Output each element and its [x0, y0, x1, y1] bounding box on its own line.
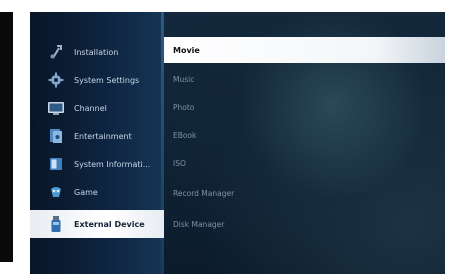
submenu-item-disk-manager[interactable]: Disk Manager	[164, 211, 445, 237]
wrench-icon	[47, 43, 65, 61]
joystick-icon	[47, 183, 65, 201]
menu-item-label: Channel	[74, 103, 107, 113]
tv-screen: Installation System Settings Channel Ent…	[30, 12, 445, 274]
info-icon	[47, 155, 65, 173]
usb-icon	[47, 215, 65, 233]
menu-item-system-information[interactable]: System Informati...	[30, 150, 164, 178]
submenu-item-label: Record Manager	[173, 188, 235, 198]
submenu-item-ebook[interactable]: EBook	[164, 122, 445, 148]
left-bezel	[0, 12, 13, 262]
menu-item-label: System Settings	[74, 75, 140, 85]
menu-item-game[interactable]: Game	[30, 178, 164, 206]
submenu-item-label: Disk Manager	[173, 219, 225, 229]
submenu-item-movie[interactable]: Movie	[164, 37, 445, 63]
menu-item-installation[interactable]: Installation	[30, 38, 164, 66]
menu-item-external-device[interactable]: External Device	[30, 210, 164, 238]
tv-icon	[47, 99, 65, 117]
submenu-item-label: Movie	[173, 45, 200, 55]
submenu-item-label: EBook	[173, 130, 197, 140]
menu-item-label: Game	[74, 187, 98, 197]
menu-item-label: Entertainment	[74, 131, 132, 141]
menu-item-entertainment[interactable]: Entertainment	[30, 122, 164, 150]
menu-item-label: System Informati...	[74, 159, 151, 169]
submenu-item-iso[interactable]: ISO	[164, 150, 445, 176]
menu-item-label: Installation	[74, 47, 119, 57]
submenu-item-label: ISO	[173, 158, 186, 168]
media-icon	[47, 127, 65, 145]
submenu-item-label: Music	[173, 74, 195, 84]
menu-item-system-settings[interactable]: System Settings	[30, 66, 164, 94]
submenu-item-music[interactable]: Music	[164, 66, 445, 92]
menu-item-label: External Device	[74, 219, 145, 229]
gear-icon	[47, 71, 65, 89]
menu-item-channel[interactable]: Channel	[30, 94, 164, 122]
submenu-item-photo[interactable]: Photo	[164, 94, 445, 120]
submenu-item-label: Photo	[173, 102, 195, 112]
submenu-item-record-manager[interactable]: Record Manager	[164, 180, 445, 206]
